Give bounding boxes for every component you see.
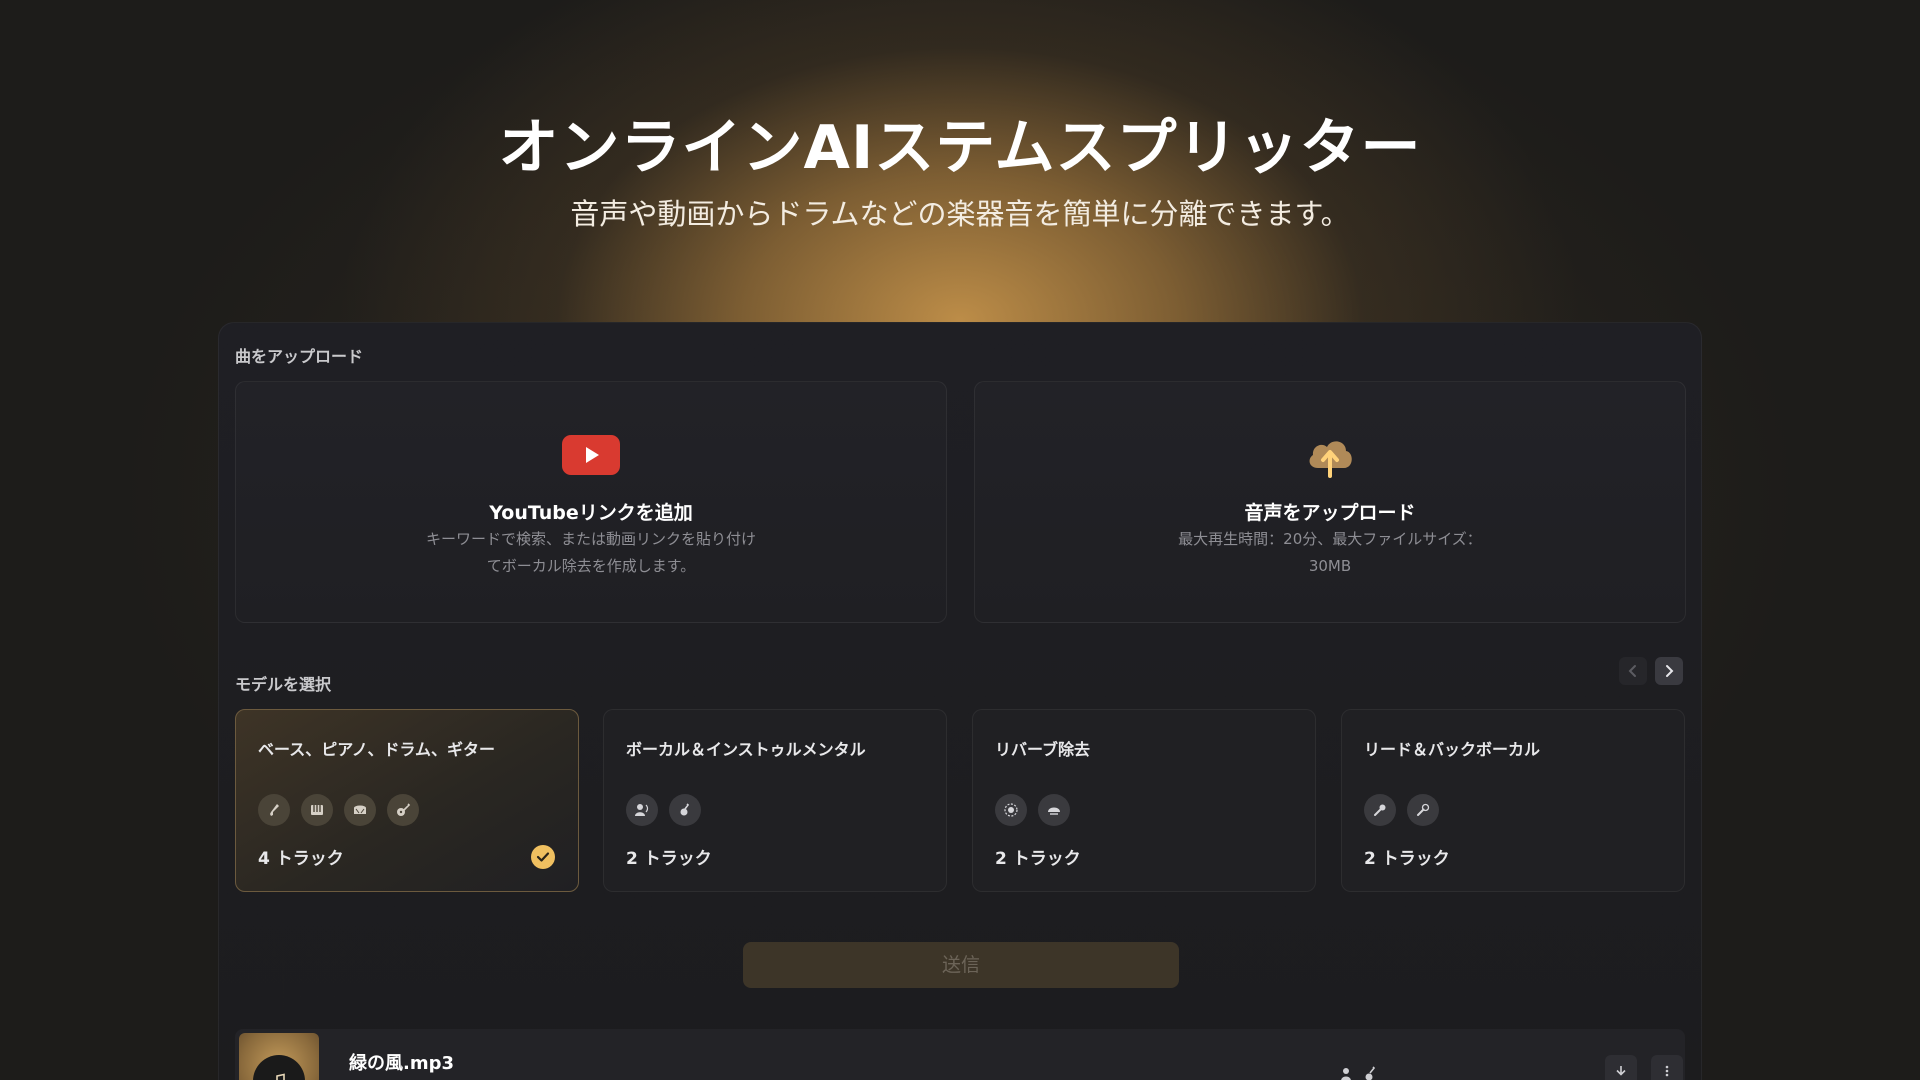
youtube-card-title: YouTubeリンクを追加 [489,502,693,524]
main-panel: 曲をアップロード YouTubeリンクを追加 キーワードで検索、または動画リンク… [218,322,1702,1080]
chevron-left-icon [1628,665,1636,677]
page-subtitle: 音声や動画からドラムなどの楽器音を簡単に分離できます。 [570,197,1350,231]
model-track-count: 2 トラック [1364,849,1450,869]
prev-button[interactable] [1619,657,1647,685]
more-vertical-icon [1665,1065,1669,1077]
back-mic-icon [1407,794,1439,826]
model-name: ボーカル＆インストゥルメンタル [626,740,866,759]
model-name: リード＆バックボーカル [1364,740,1541,759]
audio-card-description: 最大再生時間：20分、最大ファイルサイズ：30MB [1178,530,1482,575]
youtube-icon [561,434,621,480]
file-stem-icons [1339,1065,1379,1080]
youtube-link-card[interactable]: YouTubeリンクを追加 キーワードで検索、または動画リンクを貼り付けてボーカ… [235,381,947,623]
youtube-card-description: キーワードで検索、または動画リンクを貼り付けてボーカル除去を作成します。 [425,530,756,575]
audio-upload-card[interactable]: 音声をアップロード 最大再生時間：20分、最大ファイルサイズ：30MB [974,381,1686,623]
model-card-reverb-removal[interactable]: リバーブ除去 2 トラック [972,709,1316,892]
vocal-icon [626,794,658,826]
model-section-label: モデルを選択 [235,675,332,694]
model-card-vocal-instrumental[interactable]: ボーカル＆インストゥルメンタル 2 トラック [603,709,947,892]
piano-icon [301,794,333,826]
guitar-icon [387,794,419,826]
next-button[interactable] [1655,657,1683,685]
album-thumbnail [239,1033,319,1080]
model-track-count: 4 トラック [258,849,344,869]
drum-icon [344,794,376,826]
page-title: オンラインAIステムスプリッター [498,113,1422,183]
chevron-right-icon [1666,665,1674,677]
more-options-button[interactable] [1651,1055,1683,1080]
model-card-bass-piano-drum-guitar[interactable]: ベース、ピアノ、ドラム、ギター 4 トラック [235,709,579,892]
model-track-count: 2 トラック [626,849,712,869]
file-list-item[interactable]: 緑の風.mp3 [235,1029,1685,1080]
cloud-upload-icon [1304,434,1356,482]
download-icon [1616,1066,1626,1076]
model-track-count: 2 トラック [995,849,1081,869]
submit-button[interactable]: 送信 [743,942,1179,988]
lead-mic-icon [1364,794,1396,826]
instrument-icon [1365,1066,1376,1080]
bass-icon [258,794,290,826]
audio-card-title: 音声をアップロード [1244,502,1416,524]
vocal-icon [1341,1068,1351,1080]
dry-icon [1038,794,1070,826]
hero: オンラインAIステムスプリッター 音声や動画からドラムなどの楽器音を簡単に分離で… [0,108,1920,234]
instrument-icon [669,794,701,826]
upload-section-label: 曲をアップロード [235,347,364,366]
file-name: 緑の風.mp3 [349,1053,455,1074]
model-card-lead-back-vocal[interactable]: リード＆バックボーカル 2 トラック [1341,709,1685,892]
selected-check-icon [531,845,555,869]
model-name: リバーブ除去 [995,740,1091,759]
model-name: ベース、ピアノ、ドラム、ギター [258,740,495,759]
music-note-icon [253,1055,305,1080]
reverb-icon [995,794,1027,826]
download-button[interactable] [1605,1055,1637,1080]
